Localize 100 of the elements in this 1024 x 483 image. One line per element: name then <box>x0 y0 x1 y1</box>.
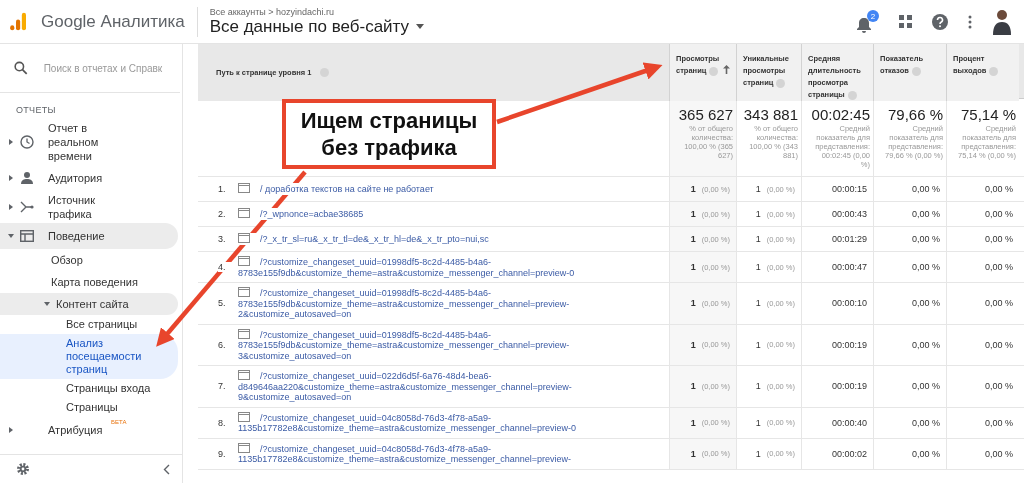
table-cell: 1 <box>755 448 761 459</box>
nav-subitem[interactable]: Контент сайта <box>0 293 178 315</box>
apps-grid-icon[interactable] <box>899 15 912 28</box>
table-cell: 0,00 % <box>984 184 1013 194</box>
table-cell: 0,00 % <box>984 298 1013 309</box>
table-cell: 1 <box>755 262 761 272</box>
notification-count: 2 <box>867 10 879 22</box>
table-cell: 0,00 % <box>984 262 1013 272</box>
bell-icon <box>857 17 871 33</box>
nav-subitem[interactable]: Обзор <box>0 249 178 271</box>
table-cell: 00:00:19 <box>831 339 867 350</box>
table-cell: 00:00:10 <box>831 298 867 309</box>
nav-subitem[interactable]: Все страницы <box>0 315 178 334</box>
nav-item[interactable]: Аудитория <box>0 165 178 191</box>
account-breadcrumb[interactable]: Все аккаунты > hozyindachi.ru <box>209 6 425 17</box>
total-value: 365 627 <box>678 106 733 123</box>
settings-icon[interactable] <box>16 462 30 476</box>
table-cell: 1 <box>755 381 761 392</box>
page-icon <box>238 287 250 297</box>
table-cell: 1 <box>690 184 696 194</box>
nav-label: Поведение <box>48 229 106 243</box>
nav-label: Отчет в реальном времени <box>48 121 100 163</box>
table-cell: 1 <box>690 298 696 309</box>
page-icon <box>238 370 250 380</box>
expand-caret-icon <box>8 427 14 433</box>
total-value: 343 881 <box>743 106 798 123</box>
page-icon <box>238 233 250 244</box>
table-cell: 00:00:43 <box>831 209 867 219</box>
table-cell: 0,00 % <box>911 262 940 272</box>
table-cell: 0,00 % <box>984 417 1013 428</box>
sort-arrow-icon <box>723 65 730 74</box>
expand-caret-icon <box>8 139 14 145</box>
nav-subitem[interactable]: Страницы <box>0 398 178 417</box>
nav-item[interactable]: Поведение <box>0 223 178 249</box>
table-cell: 1 <box>690 262 696 272</box>
nav-subitem[interactable]: Анализ посещаемости страниц <box>0 334 178 379</box>
total-value: 75,14 % <box>960 106 1016 123</box>
caret-icon <box>416 24 425 29</box>
total-value: 00:02:45 <box>811 106 870 123</box>
nav-label: Аудитория <box>48 171 104 185</box>
table-cell: 0,00 % <box>911 184 940 194</box>
fork-icon <box>20 200 34 214</box>
table-cell: 0,00 % <box>984 381 1013 392</box>
analytics-logo-icon <box>10 11 27 32</box>
table-cell: 1 <box>690 339 696 350</box>
page-icon <box>238 411 250 422</box>
page-icon <box>238 442 250 453</box>
expand-caret-icon <box>44 301 50 307</box>
table-cell: 1 <box>690 209 696 219</box>
total-value: 79,66 % <box>887 106 943 123</box>
table-cell: 1 <box>755 298 761 309</box>
table-cell: 1 <box>690 448 696 459</box>
avatar-icon[interactable] <box>992 8 1012 35</box>
product-name: Google Аналитика <box>41 11 185 32</box>
table-cell: 00:00:47 <box>831 262 867 272</box>
nav-item[interactable]: Отчет в реальном времени <box>0 119 178 165</box>
window-icon <box>20 230 34 242</box>
notifications-button[interactable]: 2 <box>857 10 879 33</box>
table-cell: 0,00 % <box>911 417 940 428</box>
table-cell: 00:00:15 <box>831 184 867 194</box>
table-cell: 0,00 % <box>984 209 1013 219</box>
nav-item[interactable]: Источник трафика <box>0 191 178 223</box>
table-cell: 00:00:02 <box>831 448 867 459</box>
nav-subitem[interactable]: Страницы входа <box>0 379 178 398</box>
person-icon <box>20 171 34 185</box>
collapse-icon[interactable] <box>163 463 170 475</box>
search-field[interactable]: Поиск в отчетах и Справк <box>43 62 180 74</box>
nav-label: Атрибуция <box>48 423 104 437</box>
expand-caret-icon <box>8 204 14 210</box>
table-cell: 1 <box>755 339 761 350</box>
view-selector[interactable]: Все данные по веб-сайту <box>209 16 425 37</box>
table-cell: 1 <box>690 381 696 392</box>
table-cell: 0,00 % <box>984 448 1013 459</box>
table-cell: 00:01:29 <box>831 234 867 244</box>
expand-caret-icon <box>8 233 14 239</box>
table-cell: 1 <box>755 209 761 219</box>
table-cell: 0,00 % <box>911 448 940 459</box>
more-options-icon[interactable] <box>968 14 972 29</box>
table-cell: 0,00 % <box>984 339 1013 350</box>
page-icon <box>238 183 250 194</box>
nav-subitem[interactable]: Карта поведения <box>0 271 178 293</box>
table-cell: 1 <box>690 417 696 428</box>
expand-caret-icon <box>8 175 14 181</box>
table-cell: 0,00 % <box>911 381 940 392</box>
section-heading: ОТЧЕТЫ <box>15 104 57 117</box>
table-cell: 0,00 % <box>911 298 940 309</box>
table-cell: 1 <box>690 234 696 244</box>
page-icon <box>238 328 250 339</box>
table-cell: 0,00 % <box>911 209 940 219</box>
table-cell: 1 <box>755 234 761 244</box>
table-cell: 0,00 % <box>911 234 940 244</box>
table-cell: 0,00 % <box>911 339 940 350</box>
table-cell: 00:00:19 <box>831 381 867 392</box>
annotation-callout: Ищем страницы без трафика <box>282 99 496 169</box>
search-icon <box>14 61 28 75</box>
table-cell: 1 <box>755 417 761 428</box>
nav-label: Источник трафика <box>48 193 96 221</box>
table-cell: 1 <box>755 184 761 194</box>
table-cell: 00:00:40 <box>831 417 867 428</box>
page-icon <box>238 208 250 219</box>
